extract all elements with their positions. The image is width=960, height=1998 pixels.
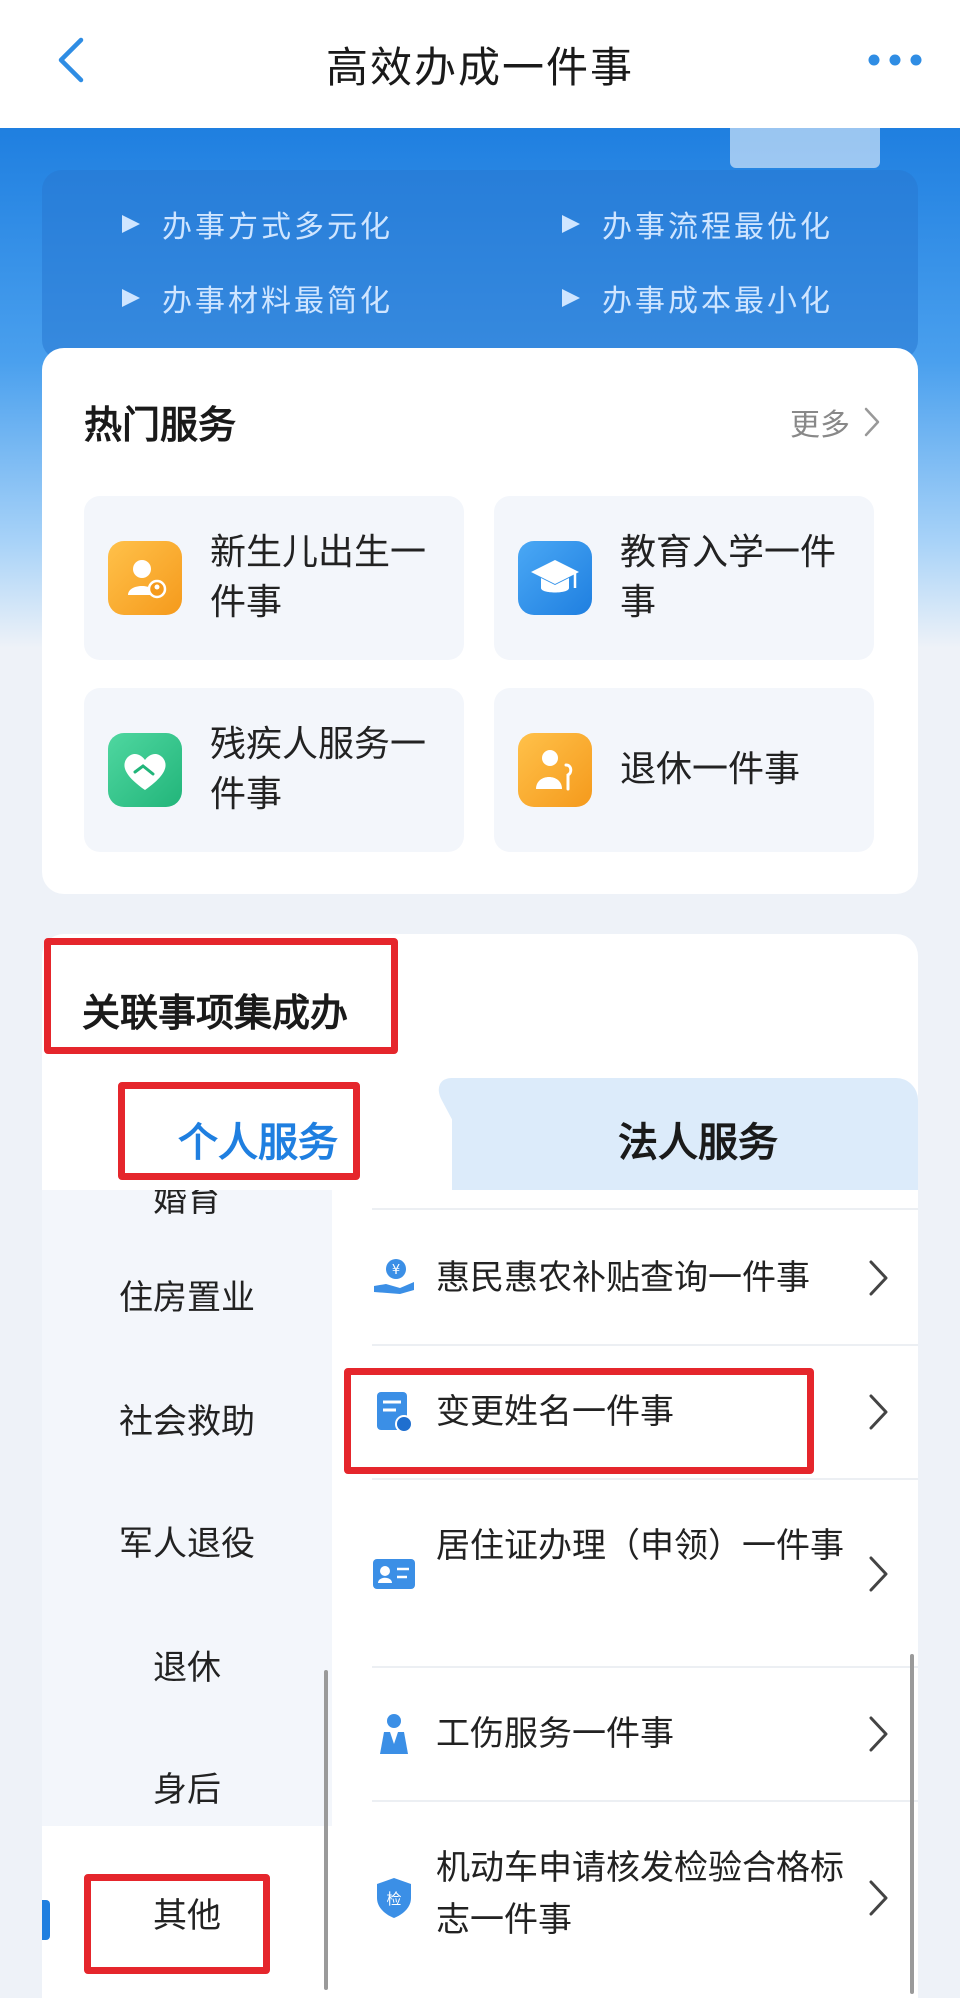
category-item-marriage[interactable]: 婚育: [42, 1190, 332, 1221]
svg-text:¥: ¥: [392, 1263, 400, 1278]
tab-legal-service[interactable]: 法人服务: [618, 1110, 778, 1168]
worker-icon: [372, 1712, 416, 1756]
category-scrollbar[interactable]: [324, 1670, 328, 1990]
svg-text:检: 检: [386, 1890, 401, 1908]
graduation-cap-icon: [518, 541, 592, 615]
service-tile-education[interactable]: 教育入学一件事: [494, 496, 874, 660]
chevron-right-icon: [869, 1394, 888, 1430]
category-item-retirement[interactable]: 退休: [42, 1640, 332, 1689]
service-tile-newborn[interactable]: 新生儿出生一件事: [84, 496, 464, 660]
list-item-residence-permit[interactable]: 居住证办理（申领）一件事: [372, 1480, 918, 1668]
top-nav-bar: 高效办成一件事: [0, 0, 960, 128]
chevron-left-icon: [58, 37, 84, 83]
item-list-scrollbar[interactable]: [910, 1654, 914, 1994]
category-item-after-death[interactable]: 身后: [42, 1762, 332, 1811]
arrow-right-icon: [122, 289, 140, 307]
category-item-veterans[interactable]: 军人退役: [42, 1516, 332, 1565]
hot-services-title: 热门服务: [84, 403, 237, 447]
highlight-box-personal-tab: [118, 1082, 360, 1180]
arrow-right-icon: [562, 289, 580, 307]
slogan-item: 办事方式多元化: [122, 202, 393, 246]
page-title: 高效办成一件事: [325, 42, 634, 92]
service-tile-disability[interactable]: 残疾人服务一件事: [84, 688, 464, 852]
highlight-box-name-change: [344, 1368, 814, 1474]
chevron-right-icon: [864, 407, 880, 437]
more-button[interactable]: [860, 30, 930, 90]
list-item-subsidy[interactable]: ¥ 惠民惠农补贴查询一件事: [372, 1210, 918, 1346]
category-item-social-aid[interactable]: 社会救助: [42, 1394, 332, 1443]
residence-card-icon: [372, 1552, 416, 1596]
newborn-icon: [108, 541, 182, 615]
chevron-right-icon: [869, 1880, 888, 1916]
heart-hands-icon: [108, 733, 182, 807]
slogan-item: 办事流程最优化: [562, 202, 833, 246]
retiree-icon: [518, 733, 592, 807]
chevron-right-icon: [869, 1556, 888, 1592]
chevron-right-icon: [869, 1716, 888, 1752]
more-dots-icon: [868, 54, 922, 66]
more-link[interactable]: 更多: [790, 400, 882, 444]
item-list: ¥ 惠民惠农补贴查询一件事 变更姓名一件事 居住证办理（申领）一件事 工伤服务一…: [372, 1204, 918, 1998]
arrow-right-icon: [562, 215, 580, 233]
list-item-work-injury[interactable]: 工伤服务一件事: [372, 1668, 918, 1802]
banner-decoration: [730, 128, 880, 168]
arrow-right-icon: [122, 215, 140, 233]
subsidy-icon: ¥: [372, 1254, 416, 1298]
list-item-vehicle-inspection[interactable]: 检 机动车申请核发检验合格标志一件事: [372, 1802, 918, 1998]
highlight-box-related-title: [44, 938, 398, 1054]
slogan-item: 办事成本最小化: [562, 276, 833, 320]
inspection-shield-icon: 检: [372, 1876, 416, 1920]
slogan-item: 办事材料最简化: [122, 276, 393, 320]
category-item-housing[interactable]: 住房置业: [42, 1270, 332, 1319]
chevron-right-icon: [869, 1260, 888, 1296]
hot-services-card: 热门服务 更多 新生儿出生一件事 教育入学一件事 残疾人服务一件事 退休一件事: [42, 348, 918, 894]
service-tile-retirement[interactable]: 退休一件事: [494, 688, 874, 852]
slogan-panel: 办事方式多元化 办事流程最优化 办事材料最简化 办事成本最小化: [42, 170, 918, 360]
back-button[interactable]: [40, 30, 100, 90]
highlight-box-other-category: [84, 1874, 270, 1974]
